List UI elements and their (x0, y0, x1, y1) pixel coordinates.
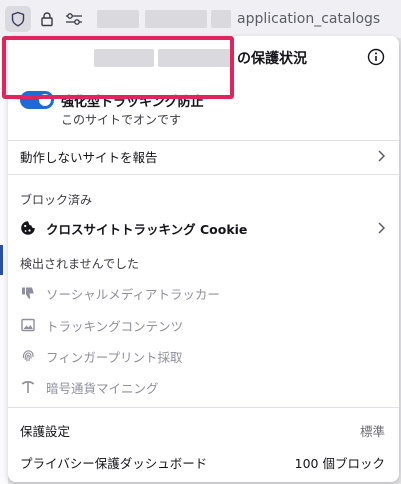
report-broken-site-row[interactable]: 動作しないサイトを報告 (8, 142, 399, 170)
chevron-right-icon (378, 222, 386, 234)
url-text[interactable]: application_catalogs (237, 11, 380, 27)
site-lock-button[interactable] (36, 8, 58, 30)
privacy-dashboard-row[interactable]: プライバシー保護ダッシュボード 100 個ブロック (8, 449, 399, 473)
tracking-content-label: トラッキングコンテンツ (46, 318, 184, 334)
social-media-trackers-label: ソーシャルメディアトラッカー (46, 286, 220, 302)
redacted-site-name (94, 49, 154, 67)
lock-icon (41, 12, 53, 27)
divider (8, 174, 399, 175)
cross-site-cookies-row[interactable]: クロスサイトトラッキング Cookie (8, 214, 399, 242)
thumbs-down-icon (20, 285, 36, 301)
divider (8, 407, 399, 408)
etp-title: 強化型トラッキング防止 (61, 95, 204, 110)
redacted-url-part (211, 10, 231, 28)
cryptominers-label: 暗号通貨マイニング (46, 380, 159, 396)
blocked-heading: ブロック済み (20, 193, 93, 207)
etp-toggle-row: 強化型トラッキング防止 このサイトでオンです (20, 84, 380, 130)
info-icon[interactable] (367, 48, 385, 66)
permissions-button[interactable] (63, 8, 85, 30)
cryptominers-item[interactable]: 暗号通貨マイニング (20, 376, 159, 398)
page-background (0, 38, 8, 484)
fingerprinters-label: フィンガープリント採取 (46, 349, 183, 365)
tracking-protection-shield-button[interactable] (5, 6, 31, 32)
etp-status: このサイトでオンです (61, 113, 182, 127)
page-accent (0, 245, 3, 275)
not-detected-heading: 検出されませんでした (20, 257, 140, 271)
image-icon (20, 317, 36, 333)
pickaxe-icon (20, 379, 36, 395)
fingerprinters-item[interactable]: フィンガープリント採取 (20, 345, 183, 367)
redacted-site-name (158, 49, 234, 67)
tracking-content-item[interactable]: トラッキングコンテンツ (20, 314, 183, 336)
redacted-url-part (145, 10, 207, 28)
chevron-right-icon (378, 150, 386, 162)
redacted-url-part (97, 10, 139, 28)
cross-site-cookies-label: クロスサイトトラッキング Cookie (46, 221, 248, 237)
cookie-icon (21, 221, 35, 235)
address-bar: application_catalogs (0, 0, 401, 38)
shield-icon (11, 11, 25, 27)
fingerprint-icon (20, 348, 36, 364)
protection-settings-label: 保護設定 (20, 424, 71, 439)
divider (8, 140, 399, 141)
panel-title: の保護状況 (237, 51, 307, 67)
privacy-dashboard-label: プライバシー保護ダッシュボード (20, 456, 208, 471)
social-media-trackers-item[interactable]: ソーシャルメディアトラッカー (20, 282, 220, 304)
report-broken-site-label: 動作しないサイトを報告 (20, 149, 158, 165)
protection-settings-row[interactable]: 保護設定 標準 (8, 417, 399, 441)
blocked-count: 100 個ブロック (294, 456, 385, 471)
protections-panel: の保護状況 強化型トラッキング防止 このサイトでオンです 動作しないサイトを報告… (8, 36, 399, 482)
sliders-icon (66, 13, 82, 25)
panel-header: の保護状況 (8, 36, 399, 80)
etp-toggle-switch[interactable] (20, 91, 54, 109)
protection-level-value: 標準 (359, 424, 385, 439)
